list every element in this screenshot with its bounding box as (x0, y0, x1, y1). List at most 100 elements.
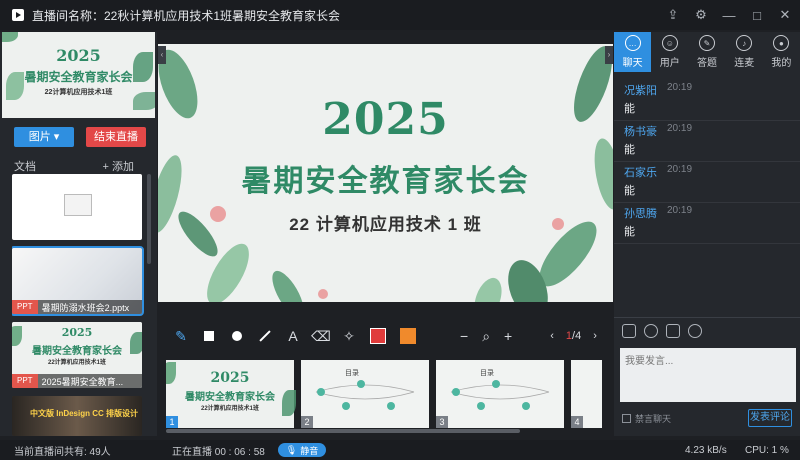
cover-title: 暑期安全教育家长会 (24, 70, 133, 84)
eraser-icon[interactable]: ⌫ (311, 328, 331, 344)
chat-input[interactable] (620, 348, 796, 402)
users-icon: ☺ (661, 35, 678, 51)
slide-thumbnail[interactable]: 2025 暑期安全教育家长会 22计算机应用技术1班 1 (166, 360, 296, 428)
cover-preview: 2025 暑期安全教育家长会 22计算机应用技术1班 (2, 32, 155, 118)
color-orange-swatch[interactable] (400, 328, 416, 344)
mic-icon: 🎙 (285, 444, 298, 455)
thumb-number: 1 (166, 416, 178, 428)
live-timer: 正在直播 00 : 06 : 58 (172, 446, 265, 458)
document-item[interactable]: PPT 暑期防溺水班会2.pptx (12, 246, 144, 316)
document-name: 2025暑期安全教育... (41, 376, 124, 387)
collapse-left-panel-button[interactable]: ‹ (158, 46, 166, 64)
divider (614, 317, 800, 318)
tab-profile[interactable]: ● 我的 (763, 32, 800, 72)
chat-user[interactable]: 杨书豪 (624, 123, 657, 139)
status-bar: 当前直播间共有: 49人 正在直播 00 : 06 : 58 🎙 静音 4.23 … (0, 440, 800, 460)
document-item[interactable] (12, 174, 142, 240)
thumb-number: 4 (571, 416, 583, 428)
chat-time: 20:19 (667, 164, 693, 175)
doc-year: 2025 (61, 326, 93, 339)
title-bar: 直播间名称：22秋计算机应用技术1班暑期安全教育家长会 ⇪ ⚙ — □ ✕ (0, 0, 800, 30)
right-panel: … 聊天 ☺ 用户 ✎ 答题 ♪ 连麦 ● 我的 况紫阳 20:19 能 杨书豪… (614, 32, 800, 436)
chat-message: 石家乐 20:19 能 (614, 162, 800, 203)
thumb-title: 暑期安全教育家长会 (185, 392, 275, 403)
viewer-count: 当前直播间共有: 49人 (14, 446, 111, 458)
end-live-button[interactable]: 结束直播 (86, 127, 146, 147)
slide-thumbnails: 2025 暑期安全教育家长会 22计算机应用技术1班 1 目录 2 目录 3 4 (166, 360, 602, 428)
thumb-year: 2025 (210, 370, 250, 386)
text-tool-icon[interactable]: A (286, 328, 300, 344)
cpu-usage: CPU: 1 % (745, 444, 789, 456)
pen-icon[interactable]: ✎ (174, 328, 188, 344)
add-document-button[interactable]: + 添加 (103, 158, 134, 174)
mute-checkbox[interactable] (622, 414, 631, 423)
tab-users[interactable]: ☺ 用户 (651, 32, 688, 72)
slide-thumbnail[interactable]: 目录 2 (301, 360, 429, 428)
tab-quiz[interactable]: ✎ 答题 (688, 32, 725, 72)
chat-time: 20:19 (667, 82, 693, 93)
chat-list: 况紫阳 20:19 能 杨书豪 20:19 能 石家乐 20:19 能 孙思腾 20:1… (614, 80, 800, 244)
tab-mic[interactable]: ♪ 连麦 (726, 32, 763, 72)
clear-icon[interactable]: ✧ (342, 328, 356, 344)
chat-text: 能 (624, 103, 635, 115)
image-icon[interactable] (666, 324, 680, 338)
mic-icon: ♪ (736, 35, 753, 51)
chat-tools (622, 324, 702, 338)
live-stream-app: 直播间名称：22秋计算机应用技术1班暑期安全教育家长会 ⇪ ⚙ — □ ✕ 20… (0, 0, 800, 460)
chat-message: 况紫阳 20:19 能 (614, 80, 800, 121)
line-tool-icon[interactable] (258, 329, 272, 343)
mute-button[interactable]: 🎙 静音 (278, 443, 326, 457)
slide-thumbnail[interactable]: 目录 3 (436, 360, 564, 428)
image-dropdown-button[interactable]: 图片 ▾ (14, 127, 74, 147)
gear-icon[interactable]: ⚙ (694, 7, 708, 23)
hand-icon[interactable] (622, 324, 636, 338)
next-page-button[interactable]: › (593, 330, 597, 342)
chat-user[interactable]: 况紫阳 (624, 82, 657, 98)
drawing-toolbar: ✎ A ⌫ ✧ − ⌕ + ‹ 1/4 › (158, 319, 613, 353)
gift-icon[interactable] (644, 324, 658, 338)
prev-page-button[interactable]: ‹ (550, 330, 554, 342)
chat-user[interactable]: 孙思腾 (624, 205, 657, 221)
thumb-subtitle: 22计算机应用技术1班 (200, 406, 259, 412)
total-pages: /4 (572, 330, 582, 342)
chat-text: 能 (624, 185, 635, 197)
left-panel: 2025 暑期安全教育家长会 22计算机应用技术1班 图片 ▾ 结束直播 文档 … (0, 32, 157, 436)
share-icon[interactable]: ⇪ (666, 7, 680, 23)
color-red-swatch[interactable] (370, 328, 386, 344)
close-button[interactable]: ✕ (778, 7, 792, 23)
thumb-number: 3 (436, 416, 448, 428)
doc-subtitle: 22计算机应用技术1班 (47, 360, 106, 366)
current-slide: 2025 暑期安全教育家长会 22 计算机应用技术 1 班 (158, 44, 613, 302)
zoom-in-button[interactable]: + (504, 328, 512, 344)
app-logo-icon (12, 9, 24, 21)
profile-icon: ● (773, 35, 790, 51)
document-item[interactable]: 中文版 InDesign CC 排版设计 (12, 396, 142, 436)
chat-user[interactable]: 石家乐 (624, 164, 657, 180)
toc-diagram (450, 380, 550, 410)
toc-diagram (315, 380, 415, 410)
send-comment-button[interactable]: 发表评论 (748, 409, 792, 427)
rectangle-tool-icon[interactable] (202, 329, 216, 343)
circle-tool-icon[interactable] (230, 329, 244, 343)
document-list-scrollbar[interactable] (147, 174, 151, 264)
chat-text: 能 (624, 226, 635, 238)
tab-chat[interactable]: … 聊天 (614, 32, 652, 72)
slide-year: 2025 (322, 94, 449, 145)
book-cover-title: 中文版 InDesign CC 排版设计 (30, 409, 139, 418)
pen-icon: ✎ (699, 35, 715, 51)
window-title: 直播间名称：22秋计算机应用技术1班暑期安全教育家长会 (32, 8, 341, 23)
page-navigator: ‹ 1/4 › (550, 330, 597, 342)
mute-chat-toggle[interactable]: 禁言聊天 (622, 412, 671, 425)
slide-thumbnail[interactable]: 4 (571, 360, 602, 428)
chat-message: 杨书豪 20:19 能 (614, 121, 800, 162)
thumbnail-scrollbar[interactable] (166, 429, 520, 433)
zoom-out-button[interactable]: − (460, 328, 468, 344)
maximize-button[interactable]: □ (750, 8, 764, 23)
document-item[interactable]: 2025 暑期安全教育家长会 22计算机应用技术1班 PPT 2025暑期安全教… (12, 322, 142, 388)
chat-time: 20:19 (667, 123, 693, 134)
collapse-right-panel-button[interactable]: › (605, 46, 613, 64)
emoji-icon[interactable] (688, 324, 702, 338)
minimize-button[interactable]: — (722, 8, 736, 23)
leaf-decoration (2, 32, 18, 42)
zoom-icon[interactable]: ⌕ (482, 328, 490, 345)
